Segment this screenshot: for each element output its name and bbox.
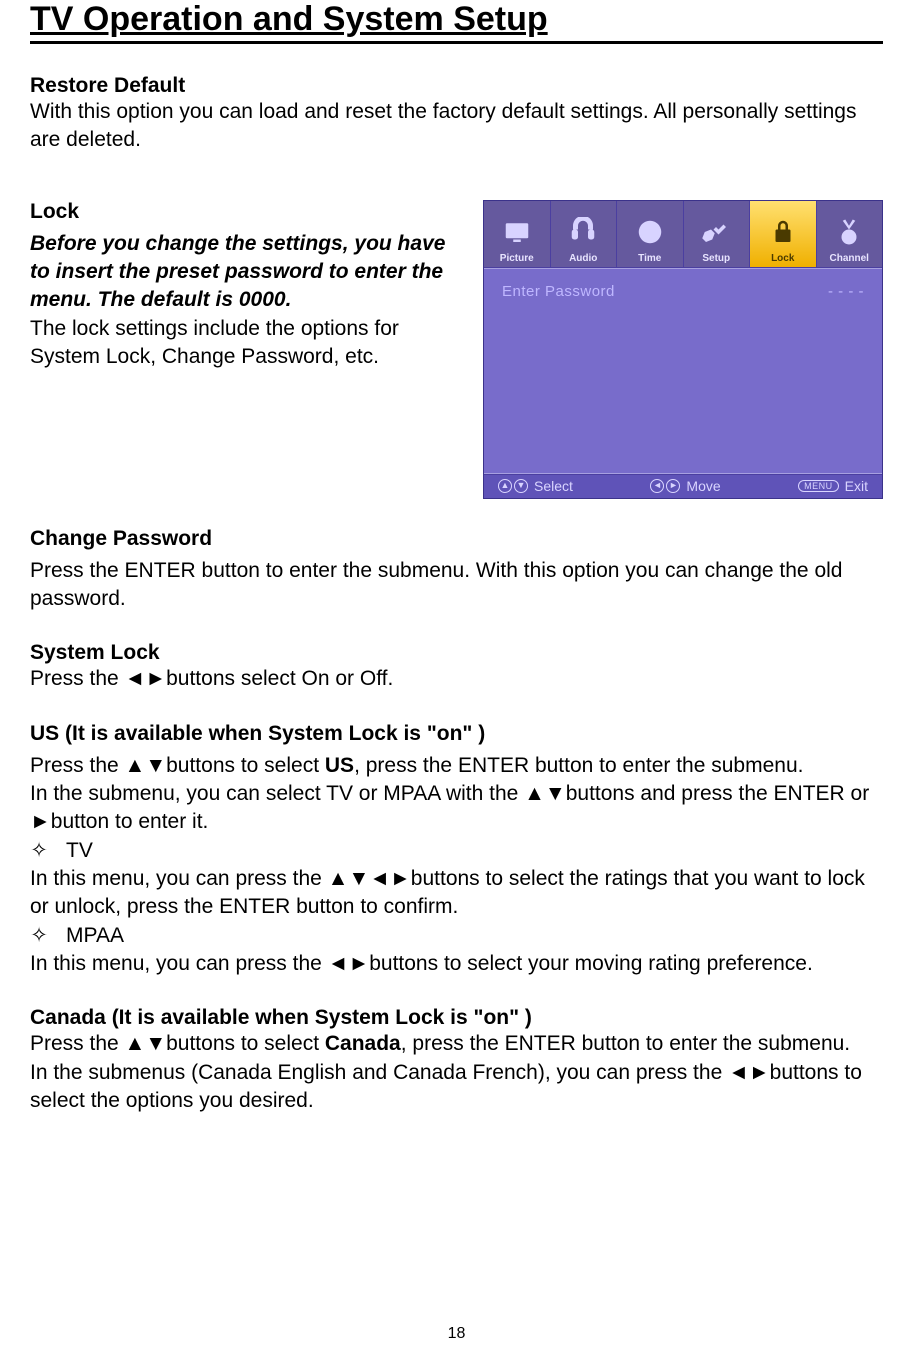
osd-tab-label: Picture: [500, 253, 534, 264]
body-us-tv: In this menu, you can press the ▲▼◄►butt…: [30, 865, 883, 922]
osd-tab-lock: Lock: [750, 201, 817, 267]
body-us-line2: In the submenu, you can select TV or MPA…: [30, 780, 883, 837]
diamond-bullet-icon: ✧: [30, 922, 48, 950]
osd-tab-time: Time: [617, 201, 684, 267]
down-icon: ▼: [514, 479, 528, 493]
osd-tab-audio: Audio: [551, 201, 618, 267]
osd-tabs: Picture Audio Time: [484, 201, 882, 268]
osd-tab-setup: Setup: [684, 201, 751, 267]
osd-tab-channel: Channel: [817, 201, 883, 267]
menu-key-icon: MENU: [798, 480, 839, 492]
bullet-label: TV: [66, 837, 93, 865]
body-us-line1: Press the ▲▼buttons to select US, press …: [30, 752, 883, 780]
osd-tab-label: Time: [638, 253, 661, 264]
diamond-bullet-icon: ✧: [30, 837, 48, 865]
heading-canada: Canada (It is available when System Lock…: [30, 1006, 883, 1030]
body-lock: The lock settings include the options fo…: [30, 315, 463, 372]
bullet-label: MPAA: [66, 922, 124, 950]
osd-tab-label: Audio: [569, 253, 597, 264]
body-us-mpaa: In this menu, you can press the ◄►button…: [30, 950, 883, 978]
osd-hint-label: Select: [534, 478, 573, 494]
osd-hint-select: ▲ ▼ Select: [498, 478, 573, 494]
body-restore-default: With this option you can load and reset …: [30, 98, 883, 155]
osd-body: Enter Password - - - -: [484, 268, 882, 474]
heading-restore-default: Restore Default: [30, 74, 883, 98]
heading-us: US (It is available when System Lock is …: [30, 722, 883, 746]
osd-hint-label: Move: [686, 478, 720, 494]
osd-footer: ▲ ▼ Select ◄ ► Move MENU Exit: [484, 474, 882, 498]
left-icon: ◄: [650, 479, 664, 493]
osd-enter-password-value: - - - -: [828, 283, 864, 300]
osd-hint-exit: MENU Exit: [798, 478, 868, 494]
setup-icon: [698, 214, 734, 250]
picture-icon: [499, 214, 535, 250]
osd-tab-picture: Picture: [484, 201, 551, 267]
heading-lock: Lock: [30, 200, 463, 224]
up-icon: ▲: [498, 479, 512, 493]
heading-change-password: Change Password: [30, 527, 883, 551]
time-icon: [632, 214, 668, 250]
bullet-tv: ✧ TV: [30, 837, 883, 865]
audio-icon: [565, 214, 601, 250]
note-lock-password: Before you change the settings, you have…: [30, 230, 463, 315]
page-title: TV Operation and System Setup: [30, 0, 883, 44]
osd-screenshot: Picture Audio Time: [483, 200, 883, 499]
body-canada-line2: In the submenus (Canada English and Cana…: [30, 1059, 883, 1116]
osd-tab-label: Channel: [830, 253, 869, 264]
body-canada-line1: Press the ▲▼buttons to select Canada, pr…: [30, 1030, 883, 1058]
osd-tab-label: Setup: [702, 253, 730, 264]
bullet-mpaa: ✧ MPAA: [30, 922, 883, 950]
right-icon: ►: [666, 479, 680, 493]
heading-system-lock: System Lock: [30, 641, 883, 665]
lock-icon: [765, 214, 801, 250]
osd-hint-label: Exit: [845, 478, 868, 494]
osd-tab-label: Lock: [771, 253, 794, 264]
body-change-password: Press the ENTER button to enter the subm…: [30, 557, 883, 614]
osd-enter-password-label: Enter Password: [502, 283, 615, 300]
channel-icon: [831, 214, 867, 250]
osd-hint-move: ◄ ► Move: [650, 478, 720, 494]
page-number: 18: [0, 1325, 913, 1343]
body-system-lock: Press the ◄►buttons select On or Off.: [30, 665, 883, 693]
